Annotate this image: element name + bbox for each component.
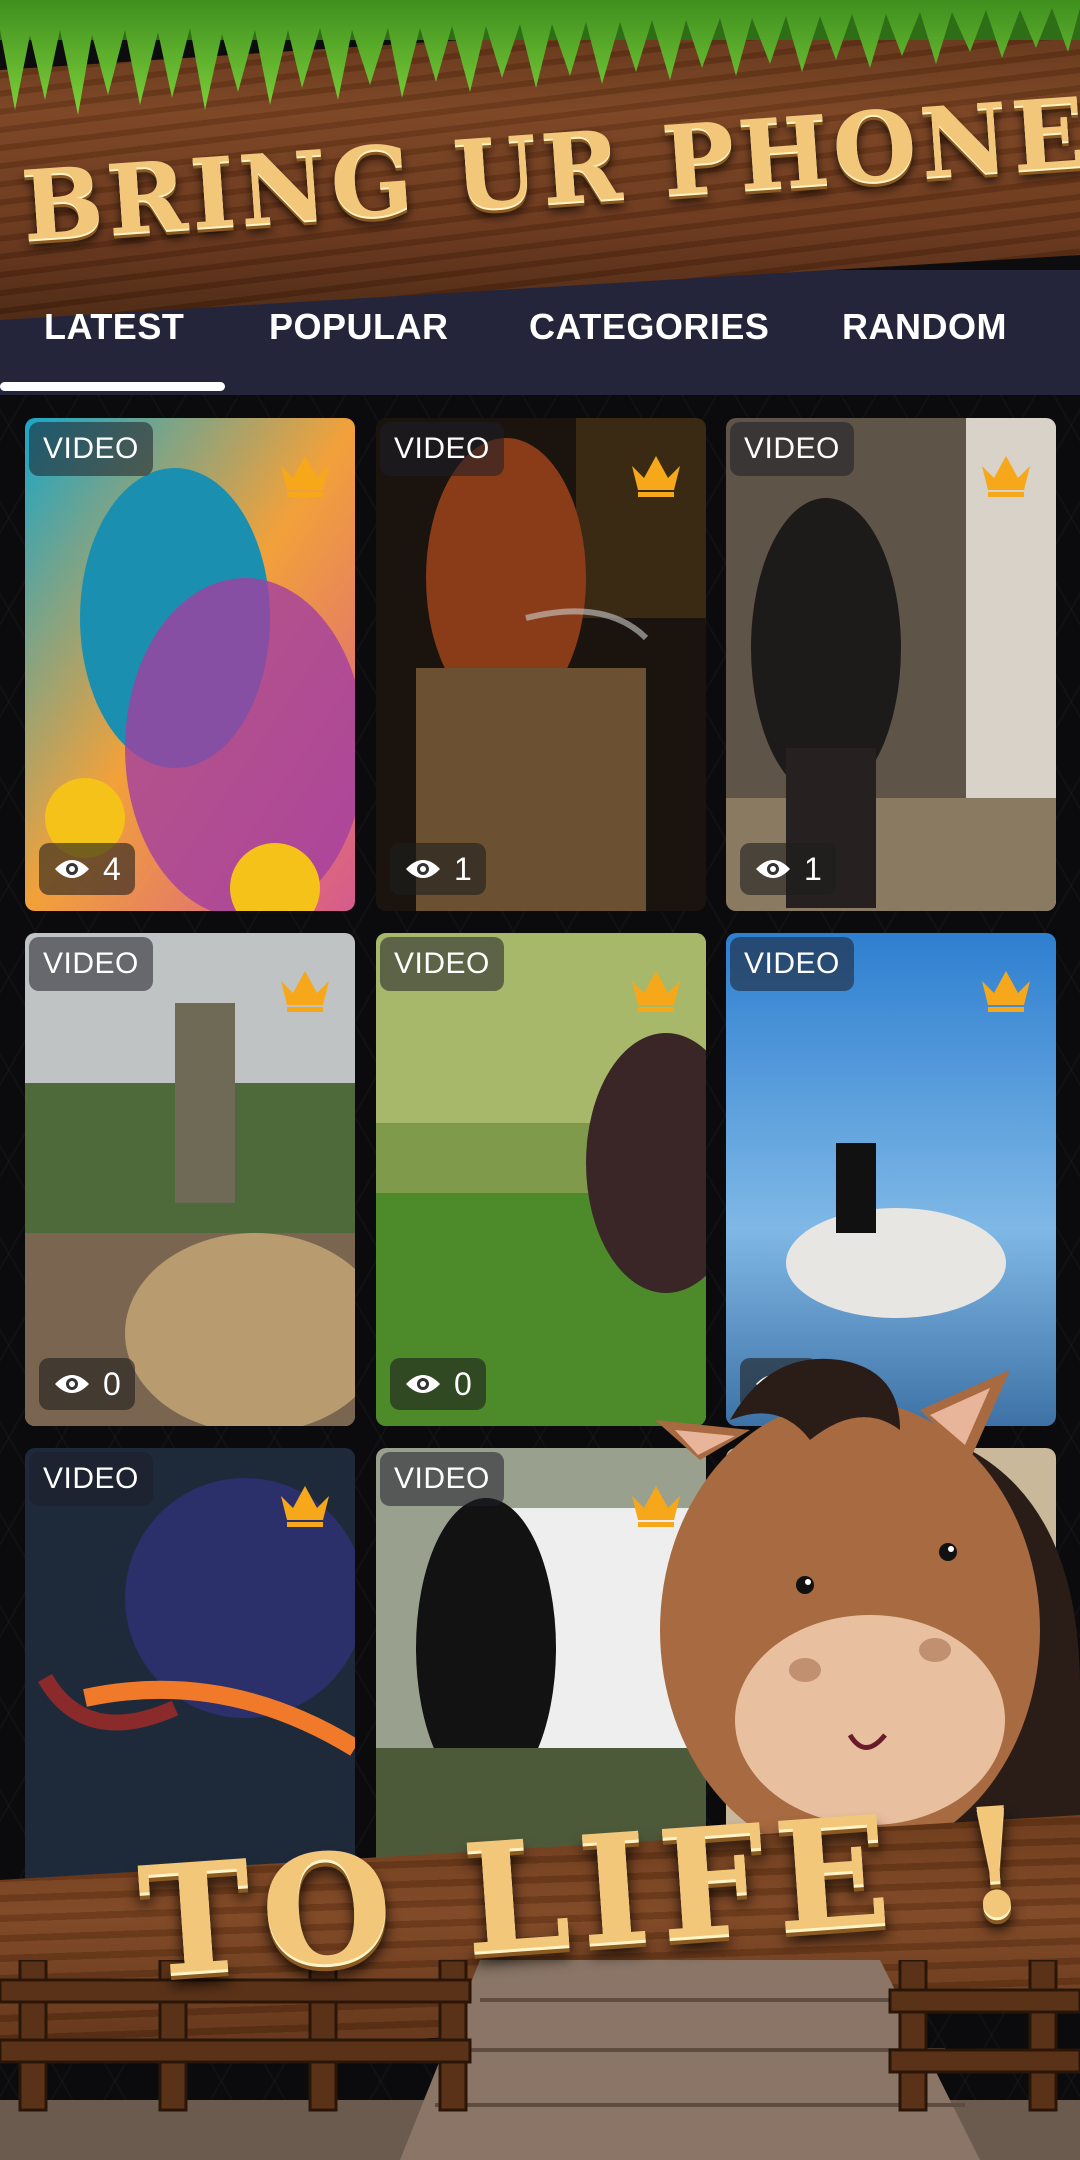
- view-count-value: 1: [804, 850, 822, 887]
- view-count: 1: [390, 843, 486, 895]
- horse-mascot: [655, 1358, 1080, 1850]
- crown-icon: [632, 971, 680, 1012]
- video-badge: VIDEO: [29, 1452, 153, 1506]
- video-badge: VIDEO: [380, 1452, 504, 1506]
- video-badge: VIDEO: [730, 937, 854, 991]
- eye-icon: [406, 1375, 440, 1393]
- tab-latest[interactable]: LATEST: [44, 306, 184, 348]
- crown-icon: [281, 971, 329, 1012]
- view-count-value: 0: [103, 1365, 121, 1402]
- video-badge: VIDEO: [29, 422, 153, 476]
- crown-icon: [982, 456, 1030, 497]
- view-count: 0: [390, 1358, 486, 1410]
- wallpaper-card[interactable]: VIDEO 1: [726, 418, 1056, 911]
- eye-icon: [55, 1375, 89, 1393]
- tab-random[interactable]: RANDOM: [842, 306, 1007, 348]
- view-count-value: 0: [454, 1365, 472, 1402]
- video-badge: VIDEO: [29, 937, 153, 991]
- active-tab-indicator: [0, 382, 225, 391]
- view-count: 1: [740, 843, 836, 895]
- view-count: 4: [39, 843, 135, 895]
- video-badge: VIDEO: [380, 422, 504, 476]
- crown-icon: [281, 1486, 329, 1527]
- eye-icon: [406, 860, 440, 878]
- wallpaper-card[interactable]: VIDEO 1: [376, 418, 706, 911]
- view-count-value: 4: [103, 850, 121, 887]
- view-count-value: 1: [454, 850, 472, 887]
- crown-icon: [982, 971, 1030, 1012]
- wallpaper-card[interactable]: VIDEO 0: [25, 933, 355, 1426]
- eye-icon: [55, 860, 89, 878]
- tab-popular[interactable]: POPULAR: [269, 306, 449, 348]
- wallpaper-card[interactable]: VIDEO 4: [25, 418, 355, 911]
- eye-icon: [756, 860, 790, 878]
- video-badge: VIDEO: [730, 422, 854, 476]
- crown-icon: [281, 456, 329, 497]
- video-badge: VIDEO: [380, 937, 504, 991]
- crown-icon: [632, 456, 680, 497]
- view-count: 0: [39, 1358, 135, 1410]
- tab-categories[interactable]: CATEGORIES: [529, 306, 769, 348]
